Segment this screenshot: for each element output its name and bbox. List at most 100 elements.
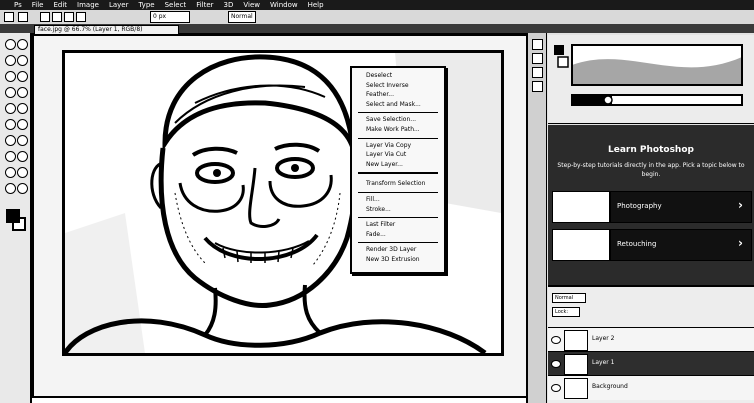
menu-item[interactable]: Window [270,0,298,10]
menu-item[interactable]: Image [77,0,99,10]
adjustments-icon[interactable] [532,67,543,78]
marquee-icon[interactable] [17,39,28,50]
context-menu-item[interactable]: New Layer... [366,161,403,169]
menu-item[interactable]: Select [165,0,187,10]
tutorial-thumbnail [553,230,611,260]
context-menu-item[interactable]: Fade... [366,231,386,239]
layer-row[interactable]: Background [548,375,754,400]
pen-icon[interactable] [5,151,16,162]
menu-item[interactable]: 3D [224,0,234,10]
menu-bar: Ps File Edit Image Layer Type Select Filter 3D Vi… [0,0,754,10]
canvas-area[interactable]: Deselect Select Inverse Feather... Select a… [32,34,528,398]
zoom-icon[interactable] [17,183,28,194]
style-select[interactable]: Normal [228,11,256,23]
blur-icon[interactable] [5,135,16,146]
foreground-color-swatch[interactable] [6,209,20,223]
tool-preset-icon[interactable] [18,12,28,22]
blend-mode-select[interactable]: Normal [552,293,586,303]
crop-icon[interactable] [5,71,16,82]
context-menu: Deselect Select Inverse Feather... Select a… [350,66,446,274]
panel-icon-strip [528,33,547,403]
dodge-icon[interactable] [17,135,28,146]
shape-icon[interactable] [17,167,28,178]
context-menu-item[interactable]: Render 3D Layer [366,246,416,254]
properties-icon[interactable] [532,53,543,64]
layer-thumbnail [564,378,588,399]
quick-select-icon[interactable] [17,55,28,66]
tutorial-retouching[interactable]: Retouching › [552,229,752,261]
layer-name: Layer 1 [592,359,615,366]
learn-title: Learn Photoshop [608,145,694,155]
subtract-selection-icon[interactable] [64,12,74,22]
visibility-eye-icon[interactable] [551,384,561,392]
menu-item[interactable]: View [243,0,260,10]
context-menu-item[interactable]: New 3D Extrusion [366,256,420,264]
layer-row[interactable]: Layer 2 [548,327,754,352]
feather-field[interactable]: 0 px [150,11,190,23]
right-panels: Learn Photoshop Step-by-step tutorials d… [526,33,754,403]
menu-separator [358,137,438,139]
stamp-icon[interactable] [5,103,16,114]
type-icon[interactable] [17,151,28,162]
context-menu-item[interactable]: Last Filter [366,221,395,229]
lock-label: Lock: [552,307,580,317]
chevron-right-icon: › [738,198,743,212]
hand-icon[interactable] [5,183,16,194]
context-menu-item[interactable]: Select Inverse [366,82,409,90]
menu-item[interactable]: Layer [109,0,129,10]
learn-description: Step-by-step tutorials directly in the a… [557,162,745,178]
options-bar: 0 px Normal [0,10,754,25]
move-icon[interactable] [5,39,16,50]
tutorial-thumbnail [553,192,611,222]
intersect-selection-icon[interactable] [76,12,86,22]
color-picker-graphic[interactable] [548,35,754,123]
learn-panel: Learn Photoshop Step-by-step tutorials d… [548,125,754,287]
eraser-icon[interactable] [5,119,16,130]
context-menu-item[interactable]: Make Work Path... [366,126,420,134]
menu-item[interactable]: Ps [14,0,22,10]
menu-item[interactable]: File [32,0,44,10]
tutorial-photography[interactable]: Photography › [552,191,752,223]
visibility-eye-icon[interactable] [551,360,561,368]
menu-separator [358,192,438,193]
context-menu-item[interactable]: Select and Mask... [366,101,421,109]
gradient-icon[interactable] [17,119,28,130]
tutorial-label: Retouching [617,240,657,248]
lasso-icon[interactable] [5,55,16,66]
libraries-icon[interactable] [532,81,543,92]
history-icon[interactable] [532,39,543,50]
context-menu-item[interactable]: Stroke... [366,206,391,214]
context-menu-item[interactable]: Layer Via Copy [366,142,411,150]
layer-name: Layer 2 [592,335,615,342]
menu-item[interactable]: Help [308,0,324,10]
context-menu-item[interactable]: Transform Selection [366,180,425,188]
context-menu-item[interactable]: Layer Via Cut [366,151,406,159]
menu-separator [358,112,438,114]
brush-icon[interactable] [17,87,28,98]
layer-row-selected[interactable]: Layer 1 [548,351,754,376]
menu-item[interactable]: Type [139,0,155,10]
history-brush-icon[interactable] [17,103,28,114]
color-panel [548,35,754,124]
layers-panel: Normal Lock: Layer 2 Layer 1 Background [548,287,754,403]
home-icon[interactable] [4,12,14,22]
context-menu-item[interactable]: Save Selection... [366,116,416,124]
menu-separator [358,217,438,219]
tools-panel [0,33,32,403]
layer-name: Background [592,383,628,390]
healing-icon[interactable] [5,87,16,98]
add-selection-icon[interactable] [52,12,62,22]
menu-item[interactable]: Edit [53,0,67,10]
chevron-right-icon: › [738,236,743,250]
menu-items: Ps File Edit Image Layer Type Select Filter 3D Vi… [14,0,324,10]
path-select-icon[interactable] [5,167,16,178]
context-menu-item[interactable]: Feather... [366,91,394,99]
tutorial-label: Photography [617,202,662,210]
eyedropper-icon[interactable] [17,71,28,82]
new-selection-icon[interactable] [40,12,50,22]
menu-item[interactable]: Filter [196,0,213,10]
visibility-eye-icon[interactable] [551,336,561,344]
context-menu-item[interactable]: Fill... [366,196,380,204]
context-menu-item[interactable]: Deselect [366,72,392,80]
menu-separator [358,172,438,175]
